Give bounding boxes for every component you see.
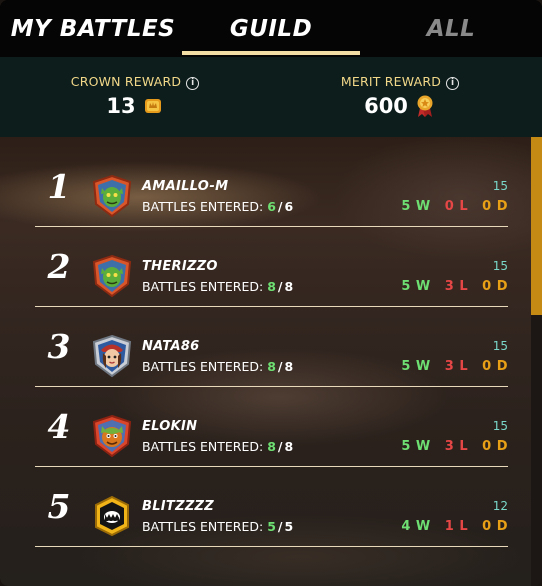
losses-count: 1 L bbox=[444, 519, 469, 534]
battles-entered-label: BATTLES ENTERED: bbox=[142, 519, 264, 534]
player-name: NATA86 bbox=[142, 339, 200, 354]
active-tab-indicator bbox=[182, 51, 360, 55]
wins-count: 5 W bbox=[401, 199, 431, 214]
battles-total-count: 8 bbox=[284, 359, 294, 374]
merit-medal-icon bbox=[417, 95, 433, 117]
battles-entered-label: BATTLES ENTERED: bbox=[142, 199, 264, 214]
player-name: THERIZZO bbox=[142, 259, 218, 274]
score-value: 15 bbox=[492, 419, 508, 433]
merit-reward-value: 600 bbox=[364, 94, 408, 118]
rewards-bar: CROWN REWARD i 13 MERIT REWARD i 600 bbox=[0, 57, 542, 137]
battles-entered-count: 8 bbox=[267, 279, 276, 294]
battles-entered-count: 6 bbox=[267, 199, 276, 214]
member-row[interactable]: 5 BLITZZZZ BATTLES ENTERED: 5/5 12 4 W 1 … bbox=[0, 466, 531, 546]
score-value: 15 bbox=[492, 339, 508, 353]
draws-count: 0 D bbox=[482, 279, 508, 294]
crown-reward: CROWN REWARD i 13 bbox=[35, 57, 235, 137]
crown-reward-value: 13 bbox=[106, 94, 136, 118]
battles-total-count: 6 bbox=[284, 199, 294, 214]
rank-number: 5 bbox=[47, 486, 71, 526]
green-goblin-shield-avatar bbox=[92, 254, 132, 298]
member-row[interactable]: 1 AMAILLO-M BATTLES ENTERED: 6/6 15 5 W 0… bbox=[0, 146, 531, 226]
crown-token-icon bbox=[144, 99, 161, 113]
losses-count: 3 L bbox=[444, 279, 469, 294]
losses-count: 3 L bbox=[444, 359, 469, 374]
draws-count: 0 D bbox=[482, 199, 508, 214]
wins-count: 5 W bbox=[401, 359, 431, 374]
tab-guild[interactable]: GUILD bbox=[182, 0, 360, 57]
draws-count: 0 D bbox=[482, 359, 508, 374]
member-row[interactable]: 3 NATA86 BATTLES ENTERED: 8/8 15 5 W 3 L … bbox=[0, 306, 531, 386]
score-value: 12 bbox=[492, 499, 508, 513]
tab-all[interactable]: ALL bbox=[360, 0, 542, 57]
row-divider bbox=[35, 546, 508, 547]
scrollbar-thumb[interactable] bbox=[531, 137, 542, 315]
losses-count: 0 L bbox=[444, 199, 469, 214]
rank-number: 1 bbox=[47, 166, 71, 206]
info-icon[interactable]: i bbox=[186, 77, 200, 90]
wins-count: 5 W bbox=[401, 439, 431, 454]
tab-my-battles[interactable]: MY BATTLES bbox=[8, 0, 178, 57]
battles-entered-count: 8 bbox=[267, 439, 276, 454]
battles-entered-label: BATTLES ENTERED: bbox=[142, 359, 264, 374]
merit-reward-label: MERIT REWARD bbox=[340, 74, 442, 89]
rank-number: 2 bbox=[47, 246, 71, 286]
info-icon[interactable]: i bbox=[446, 77, 460, 90]
score-value: 15 bbox=[492, 179, 508, 193]
battles-entered-count: 5 bbox=[267, 519, 276, 534]
player-name: AMAILLO-M bbox=[142, 179, 229, 194]
pirate-girl-shield-avatar bbox=[92, 334, 132, 378]
battles-entered-count: 8 bbox=[267, 359, 276, 374]
battles-total-count: 8 bbox=[284, 279, 294, 294]
battles-total-count: 5 bbox=[284, 519, 294, 534]
draws-count: 0 D bbox=[482, 439, 508, 454]
wins-count: 4 W bbox=[401, 519, 431, 534]
green-goblin-shield-avatar bbox=[92, 174, 132, 218]
score-value: 15 bbox=[492, 259, 508, 273]
wins-count: 5 W bbox=[401, 279, 431, 294]
guild-battles-panel: MY BATTLES GUILD ALL CROWN REWARD i 13 ME… bbox=[0, 0, 542, 586]
rank-number: 4 bbox=[47, 406, 71, 446]
tab-bar: MY BATTLES GUILD ALL bbox=[0, 0, 542, 57]
battles-entered-label: BATTLES ENTERED: bbox=[142, 439, 264, 454]
player-name: ELOKIN bbox=[142, 419, 198, 434]
rank-number: 3 bbox=[47, 326, 71, 366]
crown-reward-label: CROWN REWARD bbox=[70, 74, 182, 89]
battles-entered-label: BATTLES ENTERED: bbox=[142, 279, 264, 294]
member-row[interactable]: 4 ELOKIN BATTLES ENTERED: 8/8 15 5 W 3 L … bbox=[0, 386, 531, 466]
merit-reward: MERIT REWARD i 600 bbox=[300, 57, 500, 137]
black-monster-badge-avatar bbox=[95, 495, 129, 537]
draws-count: 0 D bbox=[482, 519, 508, 534]
battles-total-count: 8 bbox=[284, 439, 294, 454]
orange-goblin-shield-avatar bbox=[92, 414, 132, 458]
losses-count: 3 L bbox=[444, 439, 469, 454]
member-row[interactable]: 2 THERIZZO BATTLES ENTERED: 8/8 15 5 W 3 … bbox=[0, 226, 531, 306]
player-name: BLITZZZZ bbox=[142, 499, 215, 514]
